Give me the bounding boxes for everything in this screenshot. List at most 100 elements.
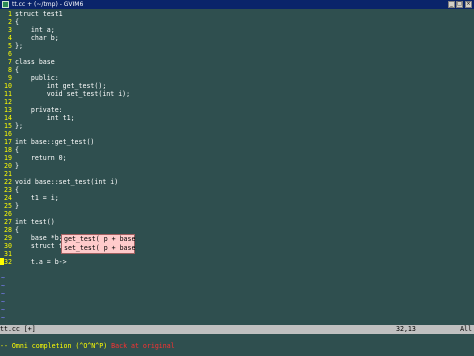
code-line[interactable]: 5}; xyxy=(0,42,474,50)
line-text: int get_test(); xyxy=(15,82,107,90)
line-text: { xyxy=(15,66,19,74)
line-text: void base::set_test(int i) xyxy=(15,178,119,186)
completion-popup[interactable]: get_test( p + base set_test( p + base xyxy=(61,234,135,254)
code-line[interactable]: 24 t1 = i; xyxy=(0,194,474,202)
line-number: 10 xyxy=(4,82,12,90)
minimize-button[interactable]: _ xyxy=(448,1,455,8)
maximize-button[interactable]: □ xyxy=(456,1,463,8)
completion-item[interactable]: set_test( p + base xyxy=(62,244,135,253)
code-line[interactable]: 20} xyxy=(0,162,474,170)
code-line[interactable]: 7 class base xyxy=(0,58,474,66)
line-text: int a; xyxy=(15,26,55,34)
line-number: 7 xyxy=(8,58,12,66)
close-button[interactable]: × xyxy=(465,1,472,8)
mode-message: -- Omni completion (^O^N^P) xyxy=(0,342,108,350)
code-line[interactable]: 21 xyxy=(0,170,474,178)
code-line[interactable]: 23{ xyxy=(0,186,474,194)
line-text: { xyxy=(15,146,19,154)
empty-buffer-line: ~ xyxy=(0,290,474,298)
code-line[interactable]: 14 int t1; xyxy=(0,114,474,122)
line-number: 24 xyxy=(4,194,12,202)
code-line[interactable]: 11 void set_test(int i); xyxy=(0,90,474,98)
empty-buffer-line: ~ xyxy=(0,274,474,282)
line-text: base *b; xyxy=(15,234,63,242)
status-cursor-position: 32,13 xyxy=(396,325,416,333)
line-text: t1 = i; xyxy=(15,194,59,202)
line-text: } xyxy=(15,202,19,210)
line-number: 17 xyxy=(4,138,12,146)
code-line[interactable]: 6 xyxy=(0,50,474,58)
line-number: 31 xyxy=(4,250,12,258)
completion-item[interactable]: get_test( p + base xyxy=(62,235,135,244)
line-number: 3 xyxy=(8,26,12,34)
code-line[interactable]: 18{ xyxy=(0,146,474,154)
tilde-marker: ~ xyxy=(1,274,5,282)
line-number: 4 xyxy=(8,34,12,42)
line-number: 21 xyxy=(4,170,12,178)
tilde-marker: ~ xyxy=(1,298,5,306)
code-line[interactable]: 16 xyxy=(0,130,474,138)
title-bar[interactable]: tt.cc + (~/tmp) - GVIM6 _ □ × xyxy=(0,0,474,9)
tilde-marker: ~ xyxy=(1,314,5,322)
code-line[interactable]: 22 void base::set_test(int i) xyxy=(0,178,474,186)
code-line[interactable]: 10 int get_test(); xyxy=(0,82,474,90)
line-text: { xyxy=(15,18,19,26)
line-number: 8 xyxy=(8,66,12,74)
code-line[interactable]: 8{ xyxy=(0,66,474,74)
code-line[interactable]: 25} xyxy=(0,202,474,210)
line-number: 32 xyxy=(4,258,12,266)
line-number: 5 xyxy=(8,42,12,50)
empty-buffer-line: ~ xyxy=(0,298,474,306)
code-line[interactable]: 3 int a; xyxy=(0,26,474,34)
gvim-window: tt.cc + (~/tmp) - GVIM6 _ □ × 1 struct te… xyxy=(0,0,474,356)
line-number: 12 xyxy=(4,98,12,106)
tilde-marker: ~ xyxy=(1,290,5,298)
window-title: tt.cc + (~/tmp) - GVIM6 xyxy=(12,1,84,8)
code-line[interactable]: 19 return 0; xyxy=(0,154,474,162)
line-number: 29 xyxy=(4,234,12,242)
command-line[interactable]: -- Omni completion (^O^N^P) Back at orig… xyxy=(0,341,474,351)
tilde-marker: ~ xyxy=(1,306,5,314)
line-text: void set_test(int i); xyxy=(15,90,131,98)
code-line[interactable]: 2{ xyxy=(0,18,474,26)
code-line[interactable]: 15}; xyxy=(0,122,474,130)
line-text: public: xyxy=(15,74,59,82)
line-number: 19 xyxy=(4,154,12,162)
line-number: 27 xyxy=(4,218,12,226)
line-number: 25 xyxy=(4,202,12,210)
line-text: return 0; xyxy=(15,154,67,162)
status-line: tt.cc [+] 32,13 All xyxy=(0,325,474,334)
line-text: int base::get_test() xyxy=(15,138,95,146)
editor-buffer[interactable]: 1 struct test1 2{3 int a; 4 char b; 5}; 6 7 cla… xyxy=(0,9,474,325)
line-text: int t1; xyxy=(15,114,75,122)
line-text: int test() xyxy=(15,218,55,226)
status-scroll-percent: All xyxy=(460,325,472,333)
current-line[interactable]: 32 t.a = b-> xyxy=(0,258,474,266)
line-text: class base xyxy=(15,58,55,66)
code-line[interactable]: 1 struct test1 xyxy=(0,10,474,18)
code-line[interactable]: 4 char b; xyxy=(0,34,474,42)
code-line[interactable]: 9 public: xyxy=(0,74,474,82)
line-text: char b; xyxy=(15,34,59,42)
vim-app-icon xyxy=(2,1,9,8)
empty-buffer-line: ~ xyxy=(0,314,474,322)
line-text: t.a = b-> xyxy=(15,258,67,266)
line-number: 26 xyxy=(4,210,12,218)
line-number: 13 xyxy=(4,106,12,114)
line-number: 22 xyxy=(4,178,12,186)
line-text: private: xyxy=(15,106,63,114)
line-number: 28 xyxy=(4,226,12,234)
code-line[interactable]: 27 int test() xyxy=(0,218,474,226)
line-text: struct test1 xyxy=(15,10,63,18)
code-line[interactable]: 17 int base::get_test() xyxy=(0,138,474,146)
line-number: 14 xyxy=(4,114,12,122)
code-line[interactable]: 13 private: xyxy=(0,106,474,114)
line-number: 18 xyxy=(4,146,12,154)
line-text: }; xyxy=(15,42,23,50)
code-line[interactable]: 12 xyxy=(0,98,474,106)
line-number: 20 xyxy=(4,162,12,170)
line-number: 2 xyxy=(8,18,12,26)
code-line[interactable]: 28{ xyxy=(0,226,474,234)
empty-buffer-line: ~ xyxy=(0,306,474,314)
code-line[interactable]: 26 xyxy=(0,210,474,218)
